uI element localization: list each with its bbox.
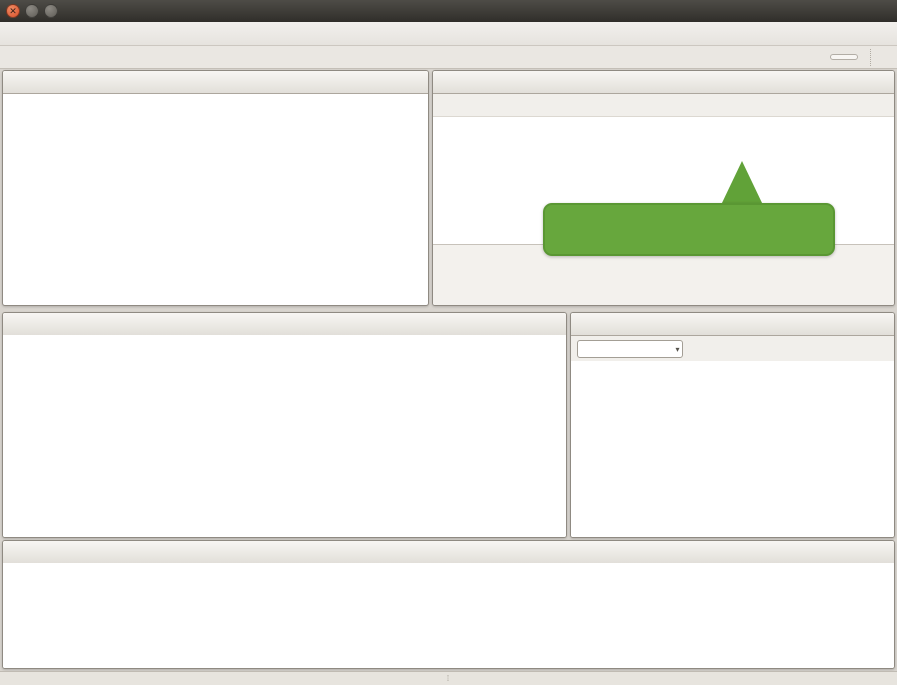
status-bar: ⁞ (0, 671, 897, 685)
secondary-toolbar (0, 46, 897, 69)
disassembly-listing (571, 361, 894, 537)
close-button[interactable]: ✕ (6, 4, 20, 18)
callout-pointer (721, 161, 763, 205)
debug-tree (3, 94, 428, 98)
maximize-button[interactable] (44, 4, 58, 18)
window-titlebar: ✕ (0, 0, 897, 22)
main-toolbar (0, 22, 897, 46)
breakpoints-view-panel (432, 70, 895, 306)
code-editor[interactable] (3, 335, 566, 537)
editor-panel (2, 312, 567, 538)
minimize-button[interactable] (25, 4, 39, 18)
debug-view-panel (2, 70, 429, 306)
location-input[interactable]: ▾ (577, 340, 683, 358)
combo-dropdown-icon[interactable]: ▾ (673, 345, 682, 354)
breakpoints-toolbar (433, 94, 894, 117)
quick-access-button[interactable] (830, 54, 858, 60)
sash-drag-handle[interactable]: ⁞ (447, 674, 450, 683)
disassembly-toolbar: ▾ (571, 336, 894, 363)
console-panel (2, 540, 895, 669)
disassembly-panel: ▾ (570, 312, 895, 538)
console-description (3, 563, 894, 566)
